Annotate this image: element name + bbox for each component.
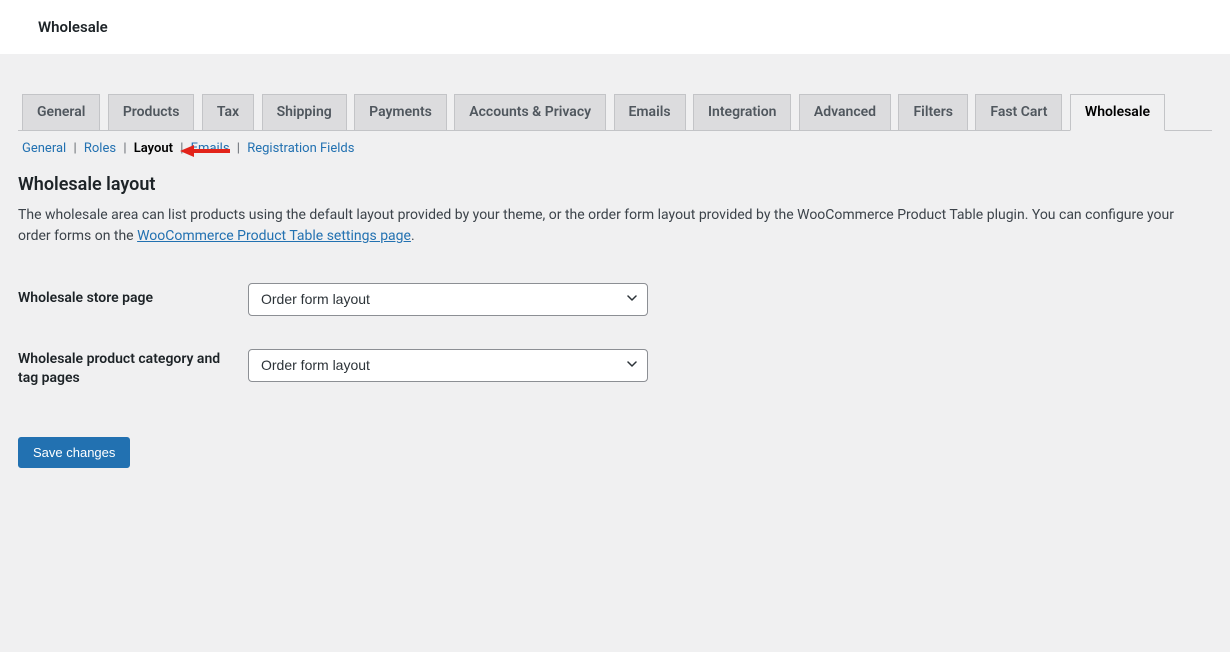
tab-shipping[interactable]: Shipping bbox=[262, 94, 347, 130]
wholesale-store-page-label: Wholesale store page bbox=[18, 275, 248, 337]
page-header: Wholesale bbox=[0, 0, 1230, 54]
tab-advanced[interactable]: Advanced bbox=[799, 94, 891, 130]
section-title: Wholesale layout bbox=[18, 174, 1212, 195]
settings-form: Wholesale store page Order form layout W… bbox=[18, 275, 1212, 407]
wholesale-category-tag-select[interactable]: Order form layout bbox=[248, 349, 648, 383]
tab-accounts-privacy[interactable]: Accounts & Privacy bbox=[454, 94, 606, 130]
settings-tabs: General Products Tax Shipping Payments A… bbox=[18, 54, 1212, 131]
tab-general[interactable]: General bbox=[22, 94, 100, 130]
tab-wholesale[interactable]: Wholesale bbox=[1070, 94, 1165, 131]
tab-products[interactable]: Products bbox=[108, 94, 195, 130]
page-title: Wholesale bbox=[38, 18, 108, 36]
wholesale-category-tag-label: Wholesale product category and tag pages bbox=[18, 336, 248, 406]
save-changes-button[interactable]: Save changes bbox=[18, 437, 130, 468]
tab-filters[interactable]: Filters bbox=[898, 94, 967, 130]
tab-tax[interactable]: Tax bbox=[202, 94, 254, 130]
wholesale-store-page-select[interactable]: Order form layout bbox=[248, 283, 648, 317]
tab-fast-cart[interactable]: Fast Cart bbox=[975, 94, 1062, 130]
section-subtabs: General | Roles | Layout | Emails | Regi… bbox=[22, 141, 1212, 156]
tab-integration[interactable]: Integration bbox=[693, 94, 791, 130]
section-description: The wholesale area can list products usi… bbox=[18, 205, 1208, 247]
subtab-roles[interactable]: Roles bbox=[84, 141, 116, 156]
subtab-general[interactable]: General bbox=[22, 141, 66, 156]
subtab-emails[interactable]: Emails bbox=[191, 141, 230, 156]
subtab-registration-fields[interactable]: Registration Fields bbox=[247, 141, 354, 156]
tab-emails[interactable]: Emails bbox=[614, 94, 686, 130]
product-table-settings-link[interactable]: WooCommerce Product Table settings page bbox=[137, 228, 411, 244]
subtab-layout[interactable]: Layout bbox=[134, 141, 173, 156]
tab-payments[interactable]: Payments bbox=[354, 94, 447, 130]
